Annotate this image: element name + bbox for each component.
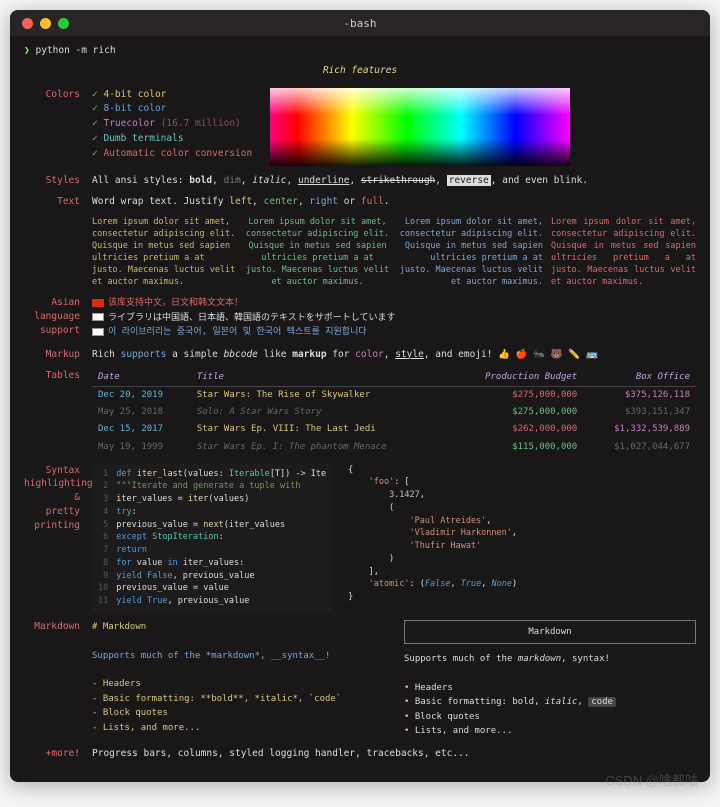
- label-markup: Markup: [24, 348, 92, 362]
- lorem-left: Lorem ipsum dolor sit amet, consectetur …: [92, 217, 237, 288]
- row-markup: Markup Rich supports a simple bbcode lik…: [24, 348, 696, 362]
- color-spectrum: [270, 88, 570, 166]
- demo-table: DateTitleProduction BudgetBox OfficeDec …: [92, 369, 696, 455]
- lorem-center: Lorem ipsum dolor sit amet, consectetur …: [245, 217, 390, 288]
- styles-line: All ansi styles: bold, dim, italic, unde…: [92, 174, 696, 188]
- heading: Rich features: [24, 64, 696, 78]
- label-more: +more!: [24, 747, 92, 761]
- lorem-columns: Lorem ipsum dolor sit amet, consectetur …: [92, 217, 696, 288]
- json-block: { 'foo': [ 3.1427, ( 'Paul Atreides', 'V…: [348, 464, 517, 612]
- zoom-icon[interactable]: [58, 18, 69, 29]
- row-syntax: Syntaxhighlighting&prettyprinting 123456…: [24, 464, 696, 612]
- color-list: ✓ 4-bit color✓ 8-bit color✓ Truecolor (1…: [92, 88, 252, 162]
- lorem-right: Lorem ipsum dolor sit amet, consectetur …: [398, 217, 543, 288]
- label-tables: Tables: [24, 369, 92, 455]
- text-justify-line: Word wrap text. Justify left, center, ri…: [92, 195, 696, 209]
- asian-content: 该库支持中文，日文和韩文文本！ ライブラリは中国語、日本語、韓国語のテキストをサ…: [92, 296, 696, 339]
- markdown-source: # Markdown Supports much of the *markdow…: [92, 620, 384, 739]
- label-asian: Asianlanguagesupport: [24, 296, 92, 339]
- flag-cn-icon: [92, 299, 104, 307]
- terminal-window: -bash ❯ python -m rich Rich features Col…: [10, 10, 710, 782]
- code-block: 1234567891011 def iter_last(values: Iter…: [92, 464, 332, 612]
- row-more: +more! Progress bars, columns, styled lo…: [24, 747, 696, 761]
- label-markdown: Markdown: [24, 620, 92, 739]
- lorem-full: Lorem ipsum dolor sit amet, consectetur …: [551, 217, 696, 288]
- row-colors: Colors ✓ 4-bit color✓ 8-bit color✓ Truec…: [24, 88, 696, 166]
- label-colors: Colors: [24, 88, 92, 166]
- markdown-rendered: Markdown Supports much of the markdown, …: [404, 620, 696, 739]
- more-text: Progress bars, columns, styled logging h…: [92, 747, 696, 761]
- row-asian: Asianlanguagesupport 该库支持中文，日文和韩文文本！ ライブ…: [24, 296, 696, 339]
- row-markdown: Markdown # Markdown Supports much of the…: [24, 620, 696, 739]
- prompt-line: ❯ python -m rich: [24, 44, 696, 58]
- flag-jp-icon: [92, 313, 104, 321]
- label-styles: Styles: [24, 174, 92, 188]
- close-icon[interactable]: [22, 18, 33, 29]
- label-syntax: Syntaxhighlighting&prettyprinting: [24, 464, 92, 612]
- terminal-body: ❯ python -m rich Rich features Colors ✓ …: [10, 36, 710, 782]
- label-text: Text: [24, 195, 92, 288]
- watermark: CSDN @啥都咕: [605, 770, 698, 789]
- row-styles: Styles All ansi styles: bold, dim, itali…: [24, 174, 696, 188]
- titlebar: -bash: [10, 10, 710, 36]
- traffic-lights: [22, 18, 69, 29]
- markdown-title-box: Markdown: [404, 620, 696, 644]
- markup-line: Rich supports a simple bbcode like marku…: [92, 348, 696, 362]
- flag-kr-icon: [92, 328, 104, 336]
- row-tables: Tables DateTitleProduction BudgetBox Off…: [24, 369, 696, 455]
- row-text: Text Word wrap text. Justify left, cente…: [24, 195, 696, 288]
- window-title: -bash: [343, 17, 376, 30]
- minimize-icon[interactable]: [40, 18, 51, 29]
